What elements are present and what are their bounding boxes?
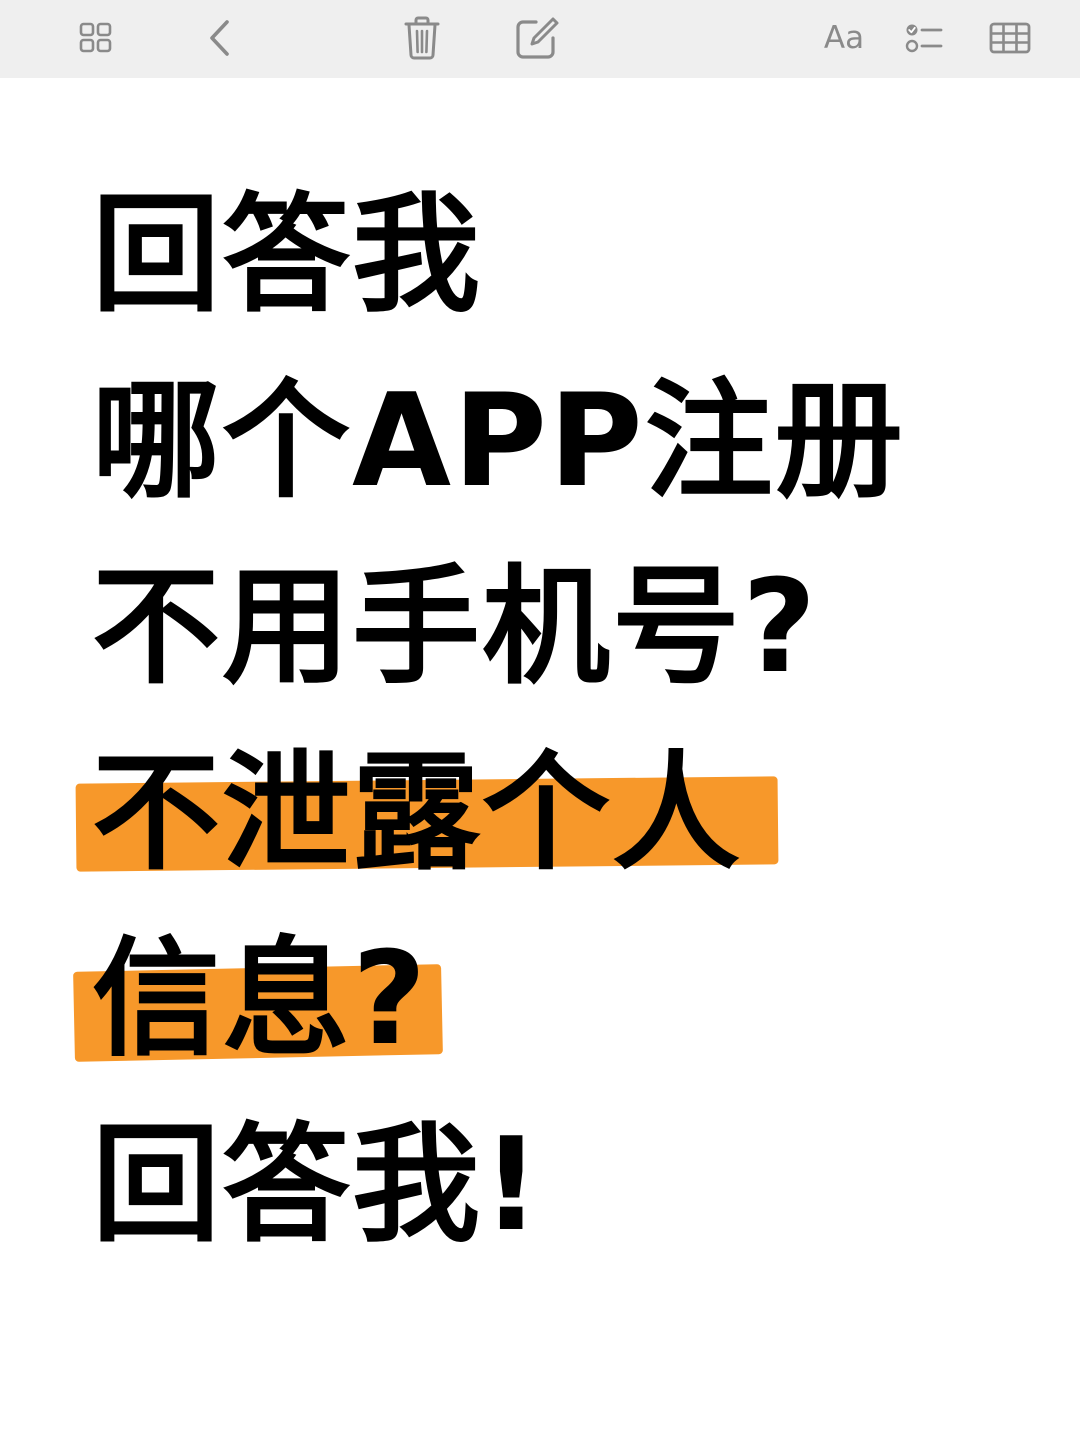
note-line: 不用手机号? [92, 553, 818, 703]
grid-icon [79, 22, 113, 54]
trash-icon [404, 16, 440, 60]
gallery-view-button[interactable] [76, 14, 116, 62]
checklist-icon [905, 22, 943, 54]
chevron-left-icon [208, 19, 232, 57]
note-line-text: 哪个APP注册 [92, 367, 905, 516]
new-note-button[interactable] [512, 14, 562, 62]
note-line-text: 不用手机号? [92, 553, 819, 702]
compose-icon [514, 16, 560, 60]
note-line-highlighted: 信息? [92, 925, 428, 1075]
note-line-text: 信息? [92, 925, 429, 1074]
delete-button[interactable] [400, 14, 444, 62]
note-line-text: 不泄露个人 [92, 739, 743, 888]
checklist-button[interactable] [902, 14, 946, 62]
table-button[interactable] [986, 14, 1034, 62]
note-line: 回答我! [92, 1111, 542, 1261]
note-line-text: 回答我 [92, 181, 483, 330]
note-line-text: 回答我! [92, 1111, 543, 1260]
note-body[interactable]: 回答我 哪个APP注册 不用手机号? 不泄露个人 信息? 回答我! [0, 78, 1080, 1440]
format-label: Aa [823, 20, 865, 56]
back-button[interactable] [200, 14, 240, 62]
format-button[interactable]: Aa [818, 14, 870, 62]
note-line: 哪个APP注册 [92, 367, 905, 517]
toolbar: Aa [0, 0, 1080, 78]
note-line: 回答我 [92, 181, 482, 331]
note-line-highlighted: 不泄露个人 [92, 739, 742, 889]
table-icon [989, 22, 1031, 54]
